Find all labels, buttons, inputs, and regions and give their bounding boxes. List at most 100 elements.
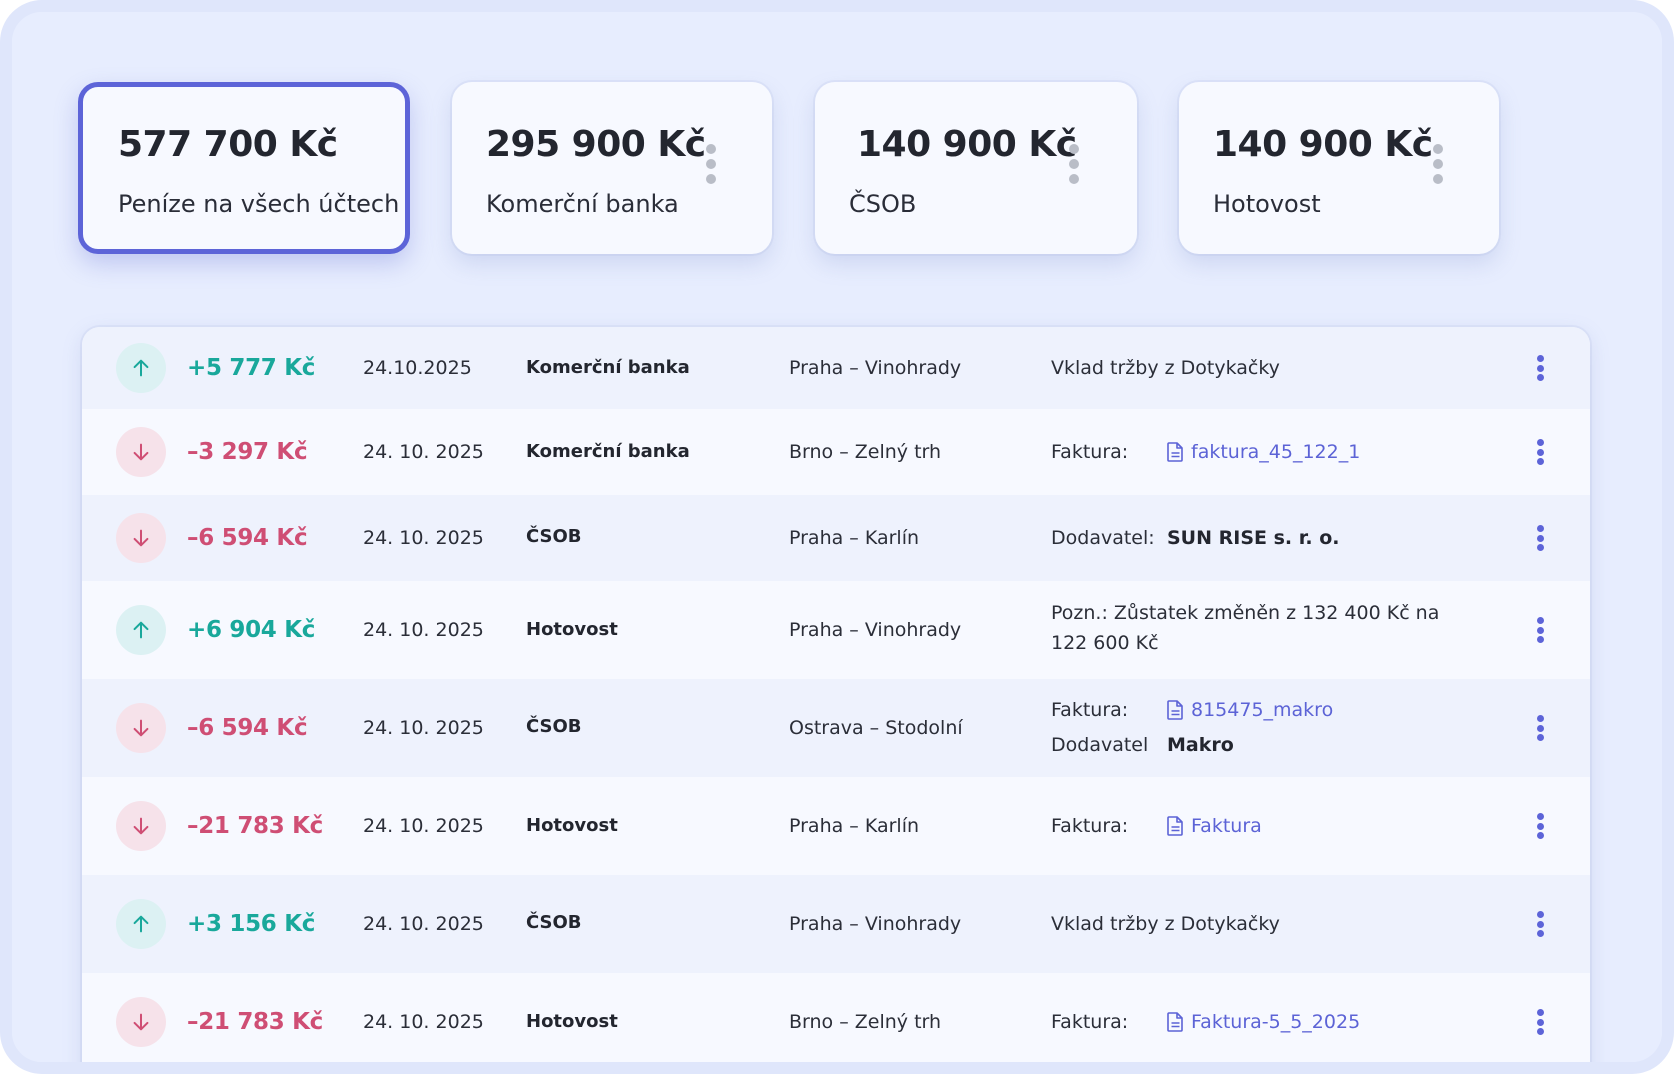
arrow-down-icon [116, 997, 166, 1047]
transaction-date: 24. 10. 2025 [363, 1011, 484, 1033]
table-row[interactable]: –3 297 Kč 24. 10. 2025 Komerční banka Br… [82, 409, 1590, 495]
arrow-down-icon [116, 427, 166, 477]
document-icon [1167, 1012, 1183, 1032]
card-name: Komerční banka [486, 190, 679, 218]
transaction-amount: –3 297 Kč [187, 439, 308, 465]
row-menu-icon[interactable] [1536, 1009, 1544, 1035]
transaction-amount: –6 594 Kč [187, 715, 308, 741]
row-menu-icon[interactable] [1536, 911, 1544, 937]
arrow-down-icon [116, 703, 166, 753]
transaction-amount: –21 783 Kč [187, 813, 323, 839]
card-amount: 577 700 Kč [118, 124, 338, 165]
transaction-account: ČSOB [526, 912, 582, 933]
table-row[interactable]: +6 904 Kč 24. 10. 2025 Hotovost Praha – … [82, 581, 1590, 679]
arrow-up-icon [116, 899, 166, 949]
transaction-amount: +3 156 Kč [187, 911, 316, 937]
row-menu-icon[interactable] [1536, 813, 1544, 839]
account-card-cash[interactable]: 140 900 Kč Hotovost [1179, 82, 1499, 254]
transaction-amount: +5 777 Kč [187, 355, 316, 381]
table-row[interactable]: –21 783 Kč 24. 10. 2025 Hotovost Brno – … [82, 973, 1590, 1062]
transaction-date: 24. 10. 2025 [363, 717, 484, 739]
transaction-account: Komerční banka [526, 441, 690, 462]
transaction-date: 24. 10. 2025 [363, 527, 484, 549]
invoice-filename: faktura_45_122_1 [1191, 441, 1361, 463]
invoice-link[interactable]: faktura_45_122_1 [1167, 441, 1360, 463]
transaction-place: Ostrava – Stodolní [789, 717, 963, 739]
card-amount: 140 900 Kč [857, 124, 1077, 165]
transaction-place: Brno – Zelný trh [789, 1011, 942, 1033]
arrow-up-icon [116, 605, 166, 655]
account-card-kb[interactable]: 295 900 Kč Komerční banka [452, 82, 772, 254]
transactions-table: +5 777 Kč 24.10.2025 Komerční banka Prah… [82, 327, 1590, 1062]
invoice-filename: Faktura-5_5_2025 [1191, 1011, 1361, 1033]
invoice-link[interactable]: 815475_makro [1167, 699, 1333, 721]
table-row[interactable]: –6 594 Kč 24. 10. 2025 ČSOB Praha – Karl… [82, 495, 1590, 581]
transaction-account: Hotovost [526, 1011, 618, 1032]
card-name: Peníze na všech účtech [118, 190, 400, 218]
transaction-invoice: Faktura: Faktura [1051, 815, 1262, 837]
supplier-name: SUN RISE s. r. o. [1167, 527, 1340, 549]
transaction-date: 24. 10. 2025 [363, 441, 484, 463]
table-row[interactable]: –21 783 Kč 24. 10. 2025 Hotovost Praha –… [82, 777, 1590, 875]
row-menu-icon[interactable] [1536, 617, 1544, 643]
transaction-amount: –6 594 Kč [187, 525, 308, 551]
invoice-filename: 815475_makro [1191, 699, 1334, 721]
transaction-account: ČSOB [526, 716, 582, 737]
row-menu-icon[interactable] [1536, 439, 1544, 465]
transaction-note: Vklad tržby z Dotykačky [1051, 357, 1280, 379]
document-icon [1167, 442, 1183, 462]
transaction-account: Hotovost [526, 619, 618, 640]
invoice-filename: Faktura [1191, 815, 1262, 837]
transaction-date: 24. 10. 2025 [363, 815, 484, 837]
transaction-supplier: Dodavatel: SUN RISE s. r. o. [1051, 527, 1340, 549]
row-menu-icon[interactable] [1536, 355, 1544, 381]
transaction-amount: –21 783 Kč [187, 1009, 323, 1035]
transaction-place: Praha – Karlín [789, 527, 920, 549]
transaction-note: Vklad tržby z Dotykačky [1051, 913, 1280, 935]
invoice-label: Faktura: [1051, 1011, 1129, 1033]
transaction-account: Komerční banka [526, 357, 690, 378]
arrow-down-icon [116, 801, 166, 851]
document-icon [1167, 816, 1183, 836]
document-icon [1167, 700, 1183, 720]
table-row[interactable]: +3 156 Kč 24. 10. 2025 ČSOB Praha – Vino… [82, 875, 1590, 973]
transaction-place: Praha – Karlín [789, 815, 920, 837]
table-row[interactable]: +5 777 Kč 24.10.2025 Komerční banka Prah… [82, 327, 1590, 409]
transaction-place: Praha – Vinohrady [789, 913, 962, 935]
supplier-label: Dodavatel [1051, 734, 1149, 756]
table-row[interactable]: –6 594 Kč 24. 10. 2025 ČSOB Ostrava – St… [82, 679, 1590, 777]
row-menu-icon[interactable] [1536, 715, 1544, 741]
transaction-account: Hotovost [526, 815, 618, 836]
invoice-link[interactable]: Faktura [1167, 815, 1262, 837]
transaction-amount: +6 904 Kč [187, 617, 316, 643]
supplier-name: Makro [1167, 734, 1234, 756]
invoice-label: Faktura: [1051, 815, 1129, 837]
transaction-place: Brno – Zelný trh [789, 441, 942, 463]
card-menu-icon[interactable] [1433, 144, 1443, 184]
supplier-label: Dodavatel: [1051, 527, 1155, 549]
card-name: Hotovost [1213, 190, 1321, 218]
account-card-all[interactable]: 577 700 Kč Peníze na všech účtech [78, 82, 410, 254]
invoice-label: Faktura: [1051, 699, 1129, 721]
card-menu-icon[interactable] [706, 144, 716, 184]
transaction-date: 24.10.2025 [363, 357, 472, 379]
card-amount: 295 900 Kč [486, 124, 706, 165]
invoice-link[interactable]: Faktura-5_5_2025 [1167, 1011, 1360, 1033]
transaction-invoice: Faktura: Faktura-5_5_2025 [1051, 1011, 1360, 1033]
row-menu-icon[interactable] [1536, 525, 1544, 551]
card-amount: 140 900 Kč [1213, 124, 1433, 165]
account-card-csob[interactable]: 140 900 Kč ČSOB [815, 82, 1137, 254]
app-frame: 577 700 Kč Peníze na všech účtech 295 90… [0, 0, 1674, 1074]
transaction-account: ČSOB [526, 526, 582, 547]
invoice-label: Faktura: [1051, 441, 1129, 463]
transaction-place: Praha – Vinohrady [789, 619, 962, 641]
transaction-note: Pozn.: Zůstatek změněn z 132 400 Kč na 1… [1051, 602, 1440, 654]
transaction-date: 24. 10. 2025 [363, 619, 484, 641]
transaction-details: Faktura: 815475_makro Dodavatel Makro [1051, 699, 1333, 756]
card-menu-icon[interactable] [1069, 144, 1079, 184]
arrow-down-icon [116, 513, 166, 563]
transaction-place: Praha – Vinohrady [789, 357, 962, 379]
transaction-invoice: Faktura: faktura_45_122_1 [1051, 441, 1360, 463]
arrow-up-icon [116, 343, 166, 393]
card-name: ČSOB [849, 190, 917, 218]
